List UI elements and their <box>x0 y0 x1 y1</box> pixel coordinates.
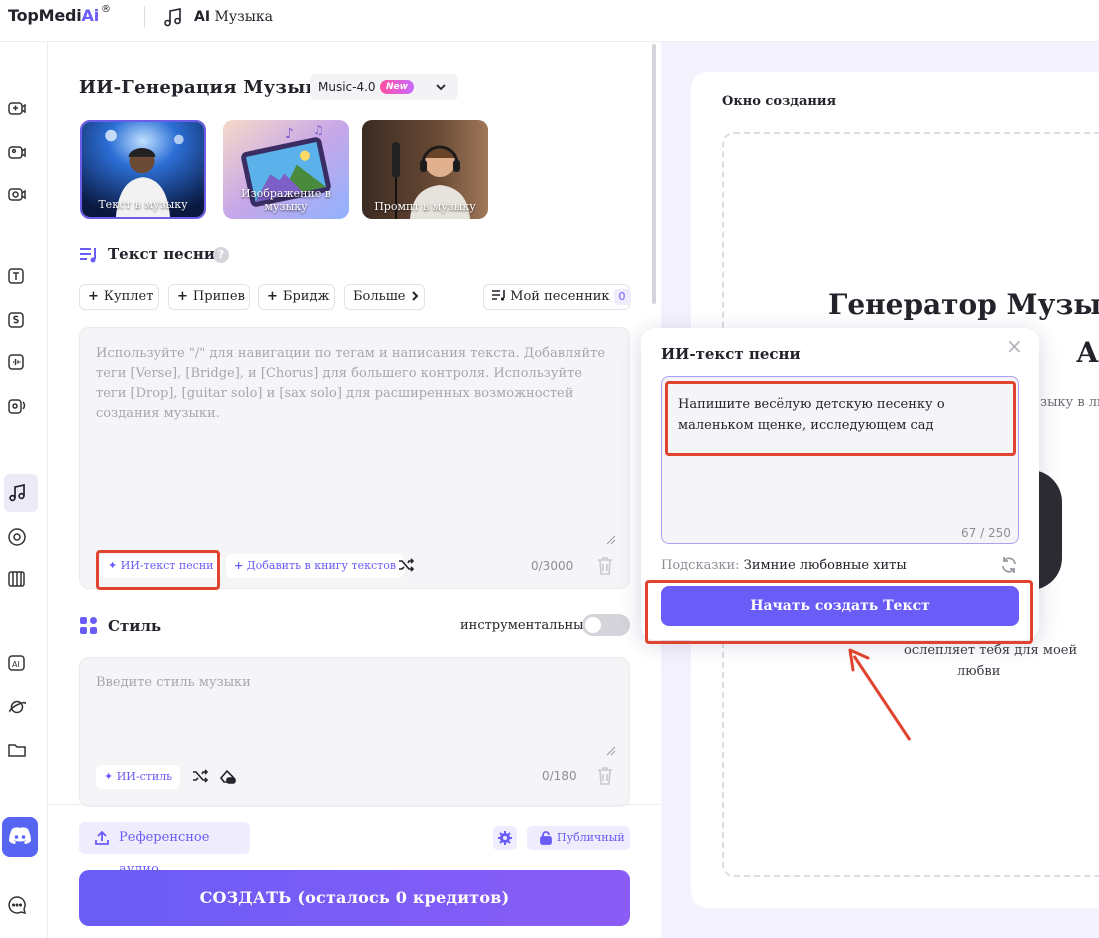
lyrics-icon <box>80 248 96 263</box>
speech-icon[interactable] <box>6 309 28 331</box>
chat-icon[interactable] <box>6 894 28 916</box>
style-placeholder: Введите стиль музыки <box>96 675 251 690</box>
voice-clone-icon[interactable] <box>6 395 28 417</box>
close-icon[interactable]: × <box>1006 336 1023 356</box>
brand-logo[interactable]: TopMediAi ® <box>8 4 111 25</box>
hint-suggestion[interactable]: Зимние любовные хиты <box>744 558 907 573</box>
hints-row: Подсказки: Зимние любовные хиты <box>661 558 907 573</box>
hero-subtitle: зыку в люб <box>1040 395 1099 410</box>
new-badge: New <box>380 80 414 94</box>
style-char-counter: 0/180 <box>542 769 577 783</box>
popup-title: ИИ-текст песни <box>661 345 801 363</box>
ai-style-button[interactable]: ✦ ИИ-стиль <box>96 765 181 789</box>
mode-label: Изображение в музыку <box>241 187 331 213</box>
plus-icon: + <box>267 289 278 304</box>
divider <box>48 804 660 805</box>
shuffle-icon[interactable] <box>398 558 414 572</box>
discord-icon[interactable] <box>2 817 38 857</box>
visibility-public-button[interactable]: Публичный <box>527 826 630 850</box>
text-to-speech-icon[interactable] <box>6 265 28 287</box>
upload-icon <box>95 830 109 845</box>
shuffle-icon[interactable] <box>192 769 208 783</box>
scrollbar[interactable] <box>652 44 656 304</box>
image-to-video-icon[interactable] <box>6 141 28 163</box>
tag-chorus-button[interactable]: + Припев <box>168 284 250 310</box>
mode-card-text-to-music[interactable]: Текст в музыку <box>80 120 206 219</box>
mode-card-prompt-to-music[interactable]: Промпт в музыку <box>362 120 488 219</box>
planet-icon[interactable] <box>6 696 28 718</box>
style-grid-icon <box>80 617 97 634</box>
plus-icon: + <box>88 289 99 304</box>
plus-icon: + <box>234 559 244 572</box>
settings-button[interactable] <box>493 826 517 850</box>
trash-icon[interactable] <box>596 556 614 576</box>
prompt-char-counter: 67 / 250 <box>961 526 1011 540</box>
folder-icon[interactable] <box>6 739 28 761</box>
highlight-start-button <box>645 580 1033 644</box>
svg-text:♪: ♪ <box>285 126 294 142</box>
create-button[interactable]: СОЗДАТЬ (осталось 0 кредитов) <box>79 870 630 926</box>
resize-handle-icon[interactable] <box>606 746 616 756</box>
section-title-lyrics: Текст песни <box>108 245 215 263</box>
highlight-ai-lyrics <box>96 550 220 590</box>
mode-label: Промпт в музыку <box>374 200 476 213</box>
top-bar: TopMediAi ® AI Музыка <box>0 0 1099 42</box>
section-title-style: Стиль <box>108 617 162 635</box>
highlight-prompt <box>665 381 1016 456</box>
video-plus-icon[interactable] <box>6 97 28 119</box>
vinyl-icon[interactable] <box>6 526 28 548</box>
eraser-icon[interactable] <box>218 768 236 784</box>
refresh-icon[interactable] <box>1000 556 1018 574</box>
unlock-icon <box>540 831 552 845</box>
creation-window-title: Окно создания <box>722 94 837 109</box>
svg-text:AI: AI <box>12 660 20 669</box>
app-title: AI Музыка <box>194 9 273 25</box>
voice-changer-icon[interactable] <box>6 351 28 373</box>
add-to-songbook-button[interactable]: + Добавить в книгу текстов <box>226 554 405 578</box>
chevron-right-icon <box>411 291 419 301</box>
mode-card-image-to-music[interactable]: ♪ ♫ Изображение в музыку <box>223 120 349 219</box>
left-nav-rail: AI <box>0 42 48 938</box>
divider <box>144 6 145 28</box>
instrumental-toggle[interactable] <box>582 614 630 636</box>
tag-bridge-button[interactable]: + Бридж <box>258 284 335 310</box>
style-textarea[interactable]: Введите стиль музыки ✦ ИИ-стиль 0/180 <box>79 657 630 807</box>
model-label: Music-4.0 <box>318 80 376 94</box>
mode-label: Текст в музыку <box>98 198 188 211</box>
video-enhance-icon[interactable] <box>6 183 28 205</box>
sparkle-icon: ✦ <box>104 770 114 783</box>
lyrics-char-counter: 0/3000 <box>531 559 574 573</box>
resize-handle-icon[interactable] <box>606 535 616 545</box>
gear-icon <box>498 831 512 845</box>
music-note-icon <box>164 8 181 27</box>
my-songbook-button[interactable]: Мой песенник 0 <box>483 284 631 310</box>
piano-icon[interactable] <box>6 568 28 590</box>
svg-text:♫: ♫ <box>313 123 324 137</box>
hero-title: Генератор Музыки <box>828 288 1099 321</box>
instrumental-label: инструментальный <box>460 618 593 633</box>
sample-lyric-line: любви <box>957 664 1001 679</box>
music-icon[interactable] <box>7 482 29 504</box>
hero-title-line2: А <box>1076 336 1099 369</box>
toggle-knob <box>585 617 601 633</box>
ai-chip-icon[interactable]: AI <box>6 652 28 674</box>
chevron-down-icon <box>436 84 446 91</box>
trash-icon[interactable] <box>596 766 614 786</box>
model-select[interactable]: Music-4.0 New <box>310 74 458 100</box>
annotation-arrow <box>848 648 912 741</box>
tag-verse-button[interactable]: + Куплет <box>79 284 159 310</box>
songbook-count-badge: 0 <box>613 289 631 305</box>
songbook-icon <box>492 290 505 301</box>
lyrics-placeholder: Используйте "/" для навигации по тегам и… <box>96 346 606 421</box>
reference-audio-button[interactable]: Референсное аудио <box>79 822 250 877</box>
page-title: ИИ-Генерация Музыки <box>79 77 333 98</box>
more-tags-button[interactable]: Больше <box>344 284 425 310</box>
plus-icon: + <box>177 289 188 304</box>
help-icon[interactable]: ? <box>213 247 229 263</box>
